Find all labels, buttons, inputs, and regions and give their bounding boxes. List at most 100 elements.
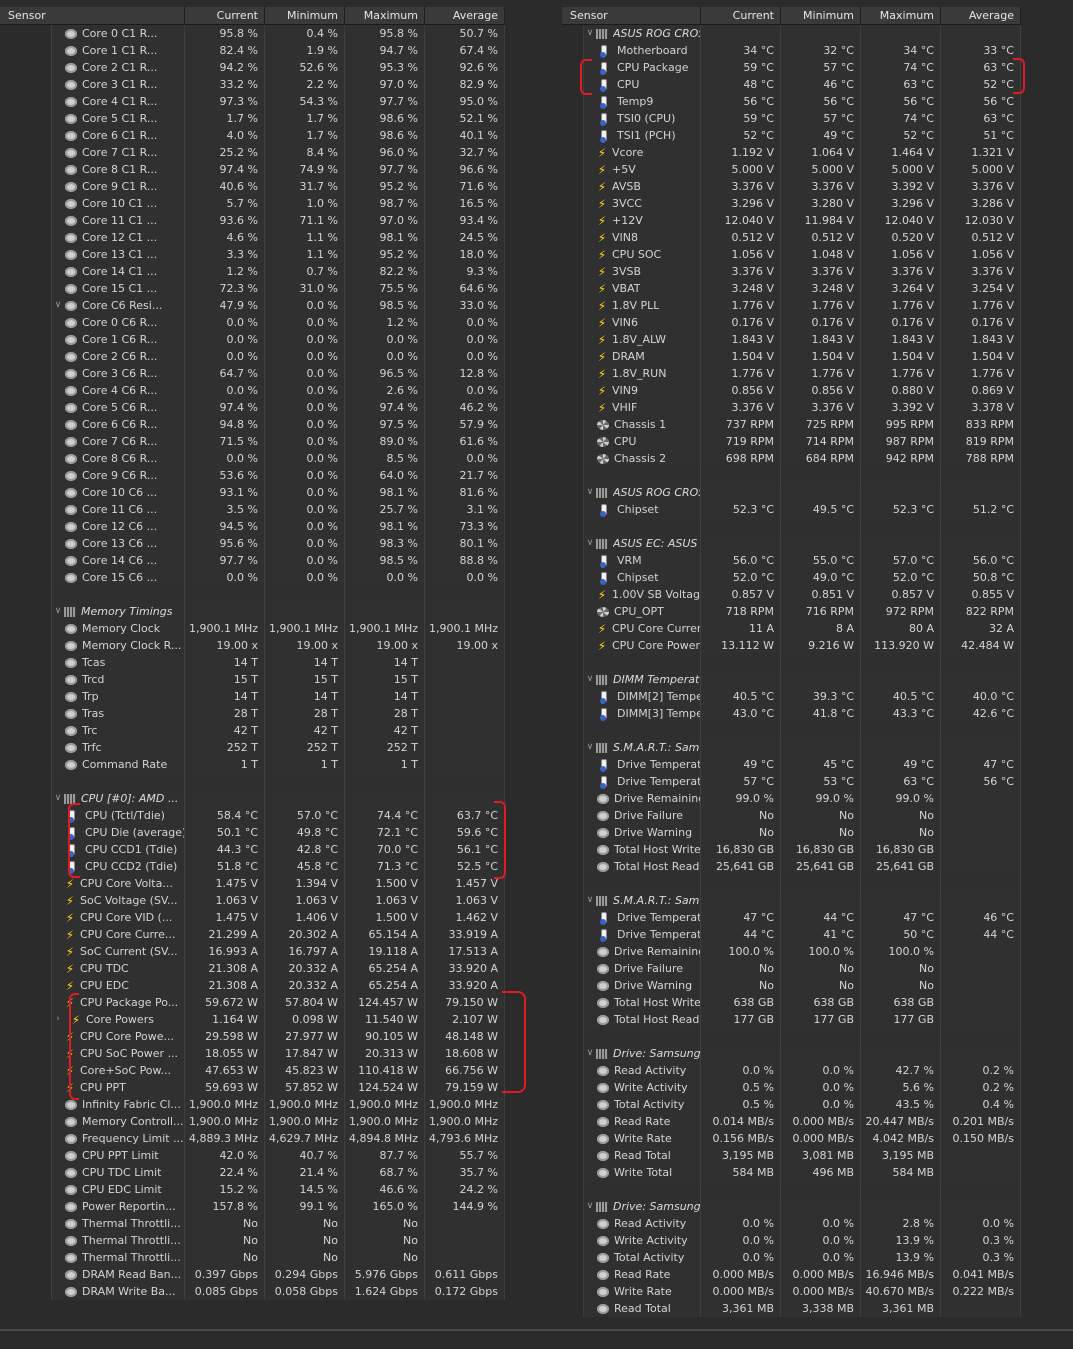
sensor-row-core-8-c6-r[interactable]: Core 8 C6 R... 0.0 % 0.0 % 8.5 % 0.0 % [0, 450, 505, 467]
sensor-row-tcas[interactable]: Tcas 14 T 14 T 14 T [0, 654, 505, 671]
sensor-row-chassis-1[interactable]: Chassis 1 737 RPM 725 RPM 995 RPM 833 RPM [562, 416, 1021, 433]
sensor-row-drive-warning[interactable]: Drive Warning No No No [562, 977, 1021, 994]
left-sensor-list[interactable]: Core 0 C1 R... 95.8 % 0.4 % 95.8 % 50.7 % Cor… [0, 25, 505, 1300]
collapse-chevron-icon[interactable]: ∨ [52, 297, 64, 314]
sensor-row-drive-temperatu[interactable]: Drive Temperatu...57 °C53 °C63 °C56 °C [562, 773, 1021, 790]
sensor-row-drive-temperature[interactable]: Drive Temperature49 °C45 °C49 °C47 °C [562, 756, 1021, 773]
collapse-chevron-icon[interactable]: ∨ [584, 892, 596, 909]
sensor-row-1-8v-alw[interactable]: ⚡ 1.8V_ALW 1.843 V 1.843 V 1.843 V 1.843 V [562, 331, 1021, 348]
sensor-row-write-activity[interactable]: Write Activity 0.5 % 0.0 % 5.6 % 0.2 % [562, 1079, 1021, 1096]
sensor-row-frequency-limit[interactable]: Frequency Limit ... 4,889.3 MHz 4,629.7 MH… [0, 1130, 505, 1147]
sensor-row-total-host-reads[interactable]: Total Host Reads 177 GB 177 GB 177 GB [562, 1011, 1021, 1028]
sensor-row-read-rate[interactable]: Read Rate 0.014 MB/s 0.000 MB/s 20.447 MB/s… [562, 1113, 1021, 1130]
sensor-row-drive-remaining[interactable]: Drive Remaining ...100.0 %100.0 %100.0 % [562, 943, 1021, 960]
sensor-row-core-3-c6-r[interactable]: Core 3 C6 R... 64.7 % 0.0 % 96.5 % 12.8 % [0, 365, 505, 382]
maximum-column-header[interactable]: Maximum [345, 7, 425, 24]
sensor-column-header[interactable]: Sensor [0, 7, 185, 24]
sensor-row-core-6-c1-r[interactable]: Core 6 C1 R... 4.0 % 1.7 % 98.6 % 40.1 % [0, 127, 505, 144]
sensor-row-cpu[interactable]: CPU 719 RPM 714 RPM 987 RPM 819 RPM [562, 433, 1021, 450]
sensor-row-cpu-edc-limit[interactable]: CPU EDC Limit 15.2 % 14.5 % 46.6 % 24.2 % [0, 1181, 505, 1198]
sensor-row-core-5-c1-r[interactable]: Core 5 C1 R... 1.7 % 1.7 % 98.6 % 52.1 % [0, 110, 505, 127]
sensor-row-total-host-writes[interactable]: Total Host Writes 16,830 GB 16,830 GB 16,83… [562, 841, 1021, 858]
minimum-column-header[interactable]: Minimum [265, 7, 345, 24]
sensor-row-dram-write-ba[interactable]: DRAM Write Ba... 0.085 Gbps 0.058 Gbps 1.62… [0, 1283, 505, 1300]
current-column-header[interactable]: Current [701, 7, 781, 24]
sensor-row-core-6-c6-r[interactable]: Core 6 C6 R... 94.8 % 0.0 % 97.5 % 57.9 % [0, 416, 505, 433]
sensor-group-header[interactable]: ∨ DIMM Temperatu... [562, 671, 1021, 688]
sensor-row-cpu-soc[interactable]: ⚡ CPU SOC 1.056 V 1.048 V 1.056 V 1.056 V [562, 246, 1021, 263]
sensor-row-3vsb[interactable]: ⚡ 3VSB 3.376 V 3.376 V 3.376 V 3.376 V [562, 263, 1021, 280]
sensor-row-memory-clock-r[interactable]: Memory Clock R... 19.00 x 19.00 x 19.00 x 19… [0, 637, 505, 654]
collapse-chevron-icon[interactable]: ∨ [584, 25, 596, 42]
sensor-row-cpu-package[interactable]: CPU Package 59 °C 57 °C 74 °C 63 °C [562, 59, 1021, 76]
sensor-row-total-activity[interactable]: Total Activity 0.5 % 0.0 % 43.5 % 0.4 % [562, 1096, 1021, 1113]
sensor-row-core-4-c6-r[interactable]: Core 4 C6 R... 0.0 % 0.0 % 2.6 % 0.0 % [0, 382, 505, 399]
collapse-chevron-icon[interactable]: ∨ [584, 484, 596, 501]
sensor-row-cpu-ppt-limit[interactable]: CPU PPT Limit 42.0 % 40.7 % 87.7 % 55.7 % [0, 1147, 505, 1164]
sensor-row-write-total[interactable]: Write Total 584 MB 496 MB 584 MB [562, 1164, 1021, 1181]
sensor-row-read-activity[interactable]: Read Activity 0.0 % 0.0 % 42.7 % 0.2 % [562, 1062, 1021, 1079]
sensor-row-core-9-c1-r[interactable]: Core 9 C1 R... 40.6 % 31.7 % 95.2 % 71.6 % [0, 178, 505, 195]
collapse-chevron-icon[interactable]: ∨ [584, 671, 596, 688]
sensor-row-thermal-throttli[interactable]: Thermal Throttli... No No No [0, 1215, 505, 1232]
sensor-row-cpu-opt[interactable]: CPU_OPT 718 RPM 716 RPM 972 RPM 822 RPM [562, 603, 1021, 620]
sensor-group-header[interactable]: ∨ ASUS ROG CROS... [562, 484, 1021, 501]
sensor-row-write-activity[interactable]: Write Activity 0.0 % 0.0 % 13.9 % 0.3 % [562, 1232, 1021, 1249]
sensor-row-read-activity[interactable]: Read Activity 0.0 % 0.0 % 2.8 % 0.0 % [562, 1215, 1021, 1232]
sensor-row-core-3-c1-r[interactable]: Core 3 C1 R... 33.2 % 2.2 % 97.0 % 82.9 % [0, 76, 505, 93]
sensor-row-core-11-c6[interactable]: Core 11 C6 ... 3.5 % 0.0 % 25.7 % 3.1 % [0, 501, 505, 518]
sensor-row-cpu-core-power[interactable]: ⚡ CPU Core Power 13.112 W 9.216 W 113.920 W4… [562, 637, 1021, 654]
average-column-header[interactable]: Average [941, 7, 1021, 24]
sensor-row-vcore[interactable]: ⚡ Vcore 1.192 V 1.064 V 1.464 V 1.321 V [562, 144, 1021, 161]
sensor-row-core-12-c6[interactable]: Core 12 C6 ... 94.5 % 0.0 % 98.1 % 73.3 % [0, 518, 505, 535]
sensor-row-dram[interactable]: ⚡ DRAM 1.504 V 1.504 V 1.504 V 1.504 V [562, 348, 1021, 365]
sensor-row-cpu-core-current[interactable]: ⚡ CPU Core Current 11 A8 A 80 A 32 A [562, 620, 1021, 637]
sensor-group-header[interactable]: ∨ Drive: Samsung ... [562, 1198, 1021, 1215]
sensor-row-core-c6-resi[interactable]: ∨ Core C6 Resi... 47.9 % 0.0 % 98.5 % 33.0 % [0, 297, 505, 314]
sensor-row-thermal-throttli[interactable]: Thermal Throttli... No No No [0, 1232, 505, 1249]
sensor-row-chipset[interactable]: Chipset 52.0 °C 49.0 °C 52.0 °C 50.8 °C [562, 569, 1021, 586]
sensor-row-core-13-c1[interactable]: Core 13 C1 ... 3.3 % 1.1 % 95.2 % 18.0 % [0, 246, 505, 263]
sensor-row-temp9[interactable]: Temp9 56 °C 56 °C 56 °C 56 °C [562, 93, 1021, 110]
sensor-column-header[interactable]: Sensor [562, 7, 701, 24]
sensor-row-vin6[interactable]: ⚡ VIN6 0.176 V 0.176 V 0.176 V 0.176 V [562, 314, 1021, 331]
sensor-row-write-rate[interactable]: Write Rate 0.156 MB/s 0.000 MB/s 4.042 MB/s… [562, 1130, 1021, 1147]
sensor-row-vrm[interactable]: VRM 56.0 °C 55.0 °C 57.0 °C 56.0 °C [562, 552, 1021, 569]
sensor-row-read-total[interactable]: Read Total 3,195 MB 3,081 MB 3,195 MB [562, 1147, 1021, 1164]
sensor-row-core-2-c6-r[interactable]: Core 2 C6 R... 0.0 % 0.0 % 0.0 % 0.0 % [0, 348, 505, 365]
sensor-row-cpu-tdc[interactable]: ⚡ CPU TDC 21.308 A 20.332 A 65.254 A 33.920 A [0, 960, 505, 977]
sensor-row-trp[interactable]: Trp 14 T 14 T 14 T [0, 688, 505, 705]
sensor-row-tsi1-pch[interactable]: TSI1 (PCH) 52 °C 49 °C 52 °C 51 °C [562, 127, 1021, 144]
sensor-row-trc[interactable]: Trc 42 T 42 T 42 T [0, 722, 505, 739]
collapse-chevron-icon[interactable]: ∨ [52, 603, 64, 620]
sensor-row-dimm-3-temper[interactable]: DIMM[3] Temper...43.0 °C41.8 °C43.3 °C42… [562, 705, 1021, 722]
sensor-row-core-10-c1[interactable]: Core 10 C1 ... 5.7 % 1.0 % 98.7 % 16.5 % [0, 195, 505, 212]
sensor-row-core-0-c1-r[interactable]: Core 0 C1 R... 95.8 % 0.4 % 95.8 % 50.7 % [0, 25, 505, 42]
sensor-row-5v[interactable]: ⚡ +5V 5.000 V 5.000 V 5.000 V 5.000 V [562, 161, 1021, 178]
sensor-row-core-14-c6[interactable]: Core 14 C6 ... 97.7 % 0.0 % 98.5 % 88.8 % [0, 552, 505, 569]
sensor-row-drive-temperature[interactable]: Drive Temperature47 °C44 °C47 °C46 °C [562, 909, 1021, 926]
sensor-group-header[interactable]: ∨ S.M.A.R.T.: Sam... [562, 739, 1021, 756]
sensor-row-core-2-c1-r[interactable]: Core 2 C1 R... 94.2 % 52.6 % 95.3 % 92.6 % [0, 59, 505, 76]
sensor-row-soc-current-sv[interactable]: ⚡ SoC Current (SV... 16.993 A 16.797 A 19.11… [0, 943, 505, 960]
sensor-group-header[interactable]: ∨ S.M.A.R.T.: Sam... [562, 892, 1021, 909]
sensor-row-vbat[interactable]: ⚡ VBAT 3.248 V 3.248 V 3.264 V 3.254 V [562, 280, 1021, 297]
expand-chevron-icon[interactable]: › [52, 1011, 64, 1028]
sensor-row-core-8-c1-r[interactable]: Core 8 C1 R... 97.4 % 74.9 % 97.7 % 96.6 % [0, 161, 505, 178]
sensor-row-core-15-c6[interactable]: Core 15 C6 ... 0.0 % 0.0 % 0.0 % 0.0 % [0, 569, 505, 586]
sensor-row-cpu-tdc-limit[interactable]: CPU TDC Limit 22.4 % 21.4 % 68.7 % 35.7 % [0, 1164, 505, 1181]
sensor-row-tras[interactable]: Tras 28 T 28 T 28 T [0, 705, 505, 722]
sensor-row-memory-clock[interactable]: Memory Clock 1,900.1 MHz 1,900.1 MHz 1,900.… [0, 620, 505, 637]
sensor-group-header[interactable]: ∨ ASUS ROG CROS... [562, 25, 1021, 42]
sensor-row-dram-read-ban[interactable]: DRAM Read Ban... 0.397 Gbps 0.294 Gbps 5.97… [0, 1266, 505, 1283]
sensor-row-avsb[interactable]: ⚡ AVSB 3.376 V 3.376 V 3.392 V 3.376 V [562, 178, 1021, 195]
sensor-row-drive-failure[interactable]: Drive Failure No No No [562, 960, 1021, 977]
sensor-row-cpu-core-vid[interactable]: ⚡ CPU Core VID (... 1.475 V 1.406 V 1.500 V1… [0, 909, 505, 926]
right-sensor-list[interactable]: ∨ ASUS ROG CROS... Motherboard 34 °C32 °C34… [562, 25, 1021, 1317]
sensor-row-motherboard[interactable]: Motherboard 34 °C 32 °C 34 °C 33 °C [562, 42, 1021, 59]
sensor-row-vin9[interactable]: ⚡ VIN9 0.856 V 0.856 V 0.880 V 0.869 V [562, 382, 1021, 399]
sensor-group-header[interactable]: ∨ ASUS EC: ASUS ... [562, 535, 1021, 552]
maximum-column-header[interactable]: Maximum [861, 7, 941, 24]
sensor-row-core-1-c6-r[interactable]: Core 1 C6 R... 0.0 % 0.0 % 0.0 % 0.0 % [0, 331, 505, 348]
sensor-row-core-5-c6-r[interactable]: Core 5 C6 R... 97.4 % 0.0 % 97.4 % 46.2 % [0, 399, 505, 416]
